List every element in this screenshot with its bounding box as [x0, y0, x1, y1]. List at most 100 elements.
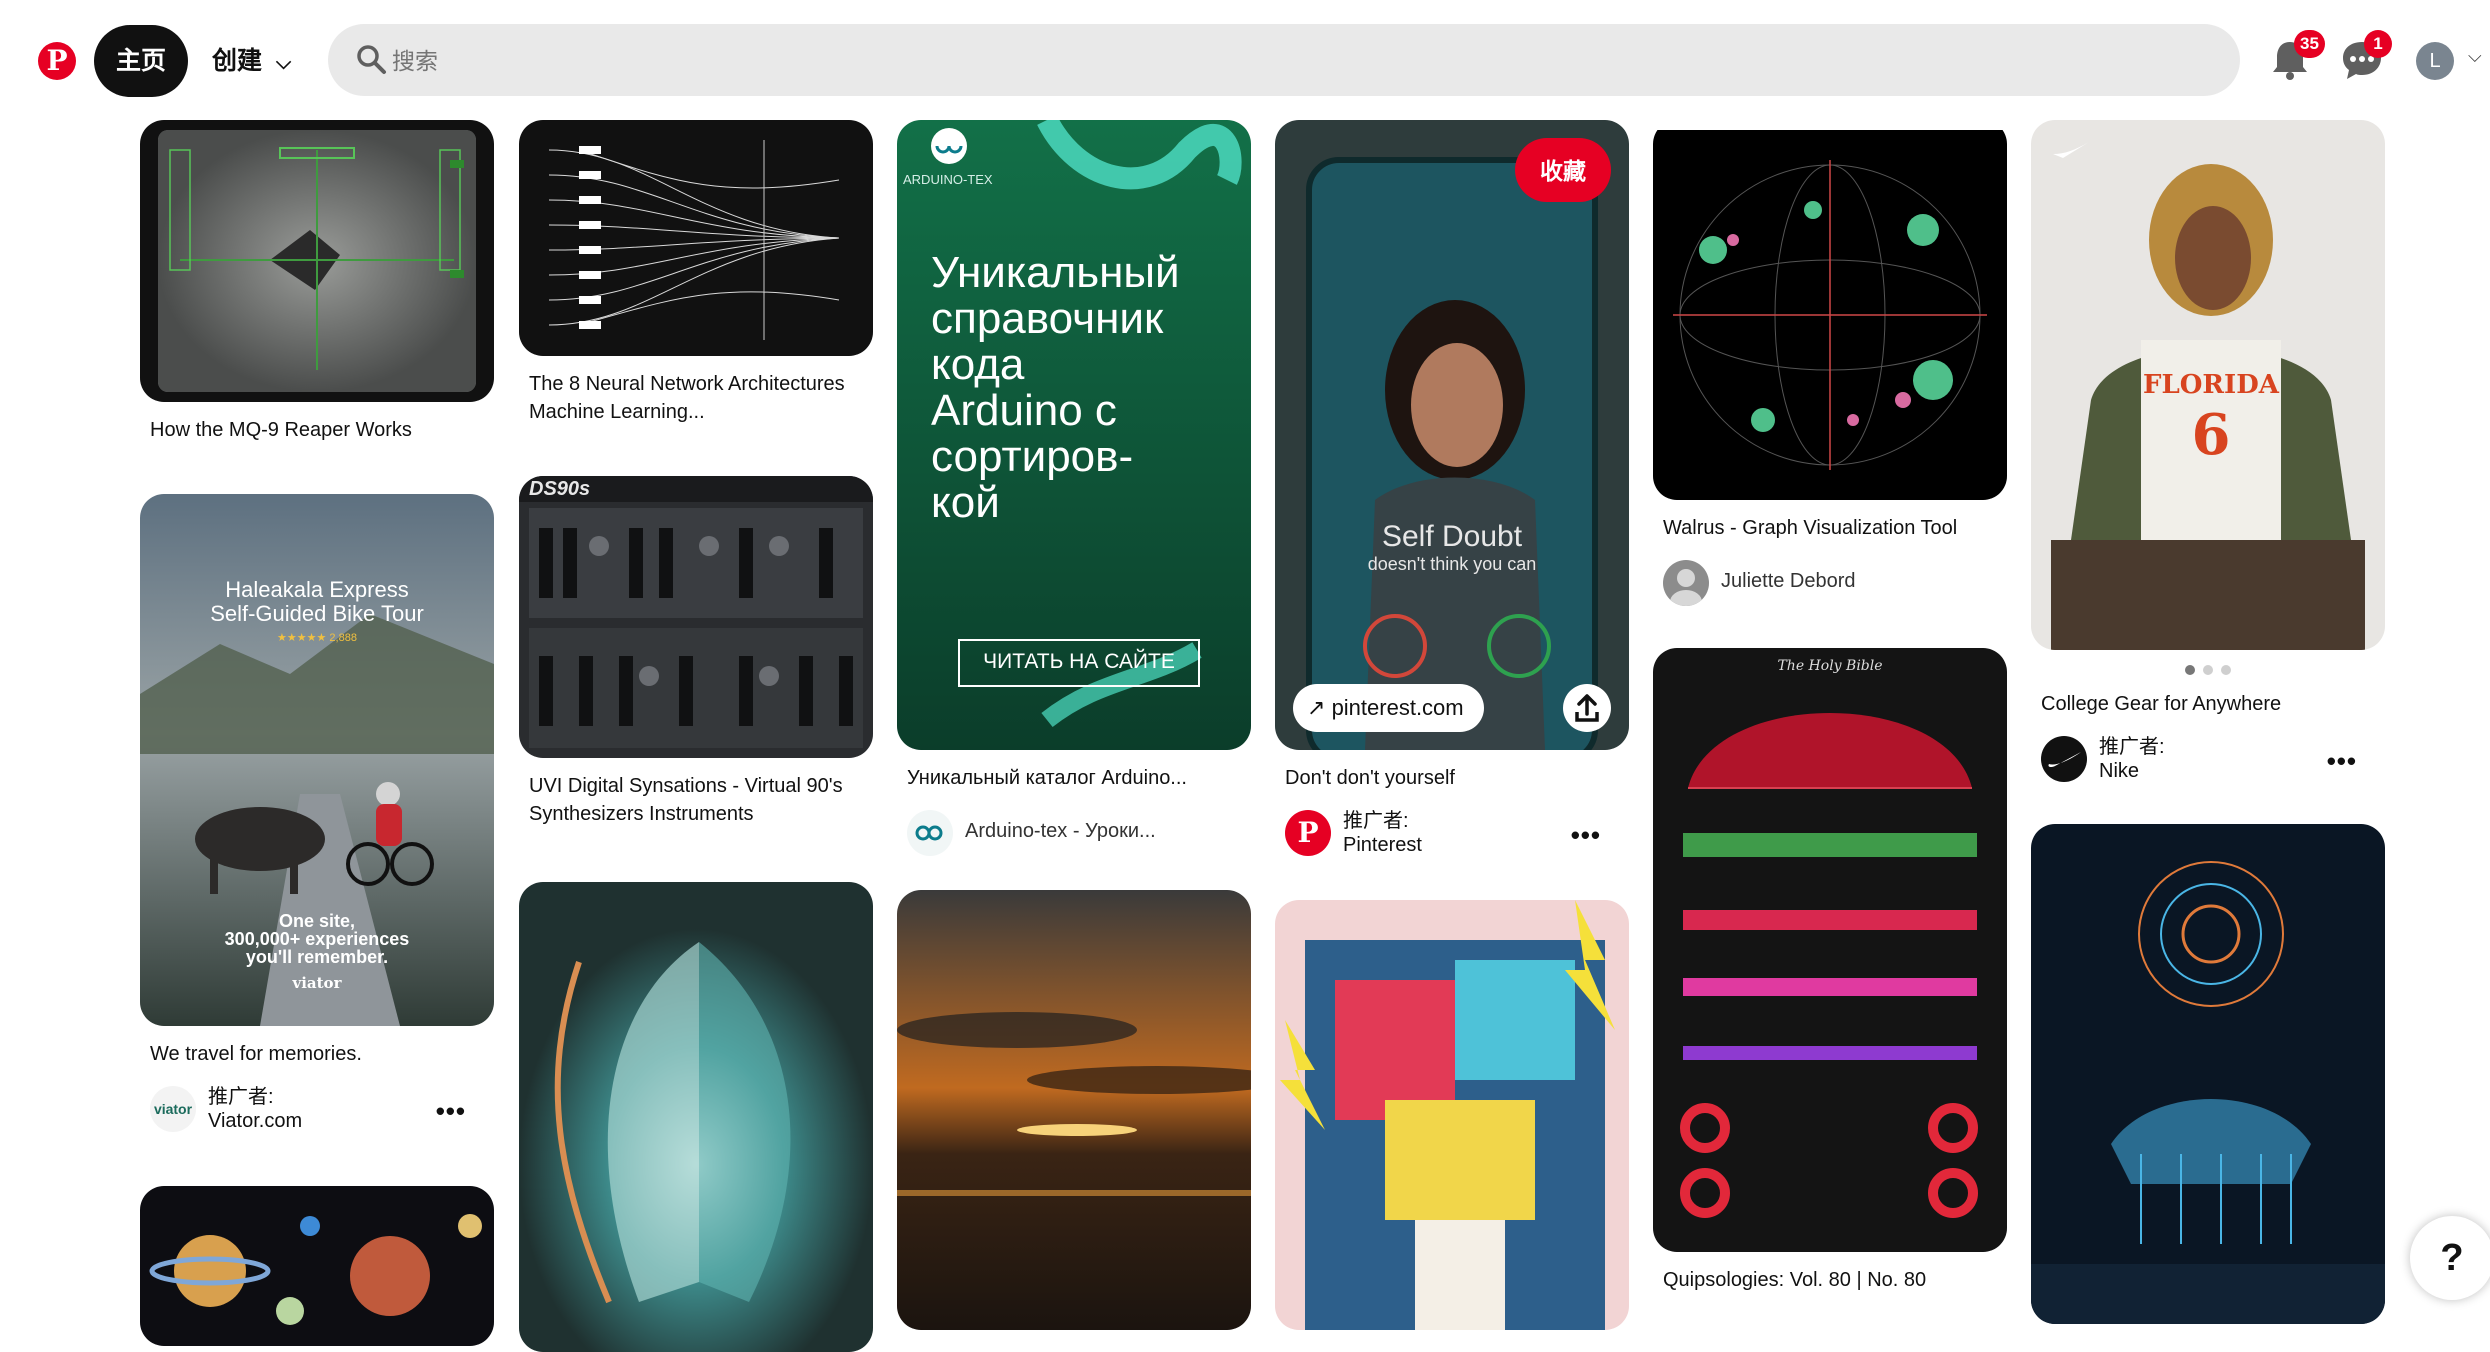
chevron-down-icon[interactable]: ⌵ [2468, 46, 2482, 67]
carousel-dot[interactable] [2221, 665, 2231, 675]
pin-image[interactable]: ARDUINO-TEX Уникальный справочник кода A… [897, 120, 1251, 750]
advertiser-avatar[interactable]: viator [150, 1086, 196, 1132]
pin-image[interactable] [897, 890, 1251, 1330]
ellipsis-icon[interactable]: ••• [1571, 820, 1601, 851]
carousel-dot[interactable] [2203, 665, 2213, 675]
pin-futuristic-hud[interactable] [2031, 824, 2385, 1324]
pin-image[interactable] [140, 1186, 494, 1346]
pin-viator-ad[interactable]: Haleakala Express Self-Guided Bike Tour … [140, 494, 494, 1140]
author-name[interactable]: Juliette Debord [1721, 570, 1856, 593]
pin-author[interactable]: Juliette Debord [1663, 554, 1997, 614]
author-name[interactable]: Arduino-tex - Уроки... [965, 820, 1156, 843]
image-cta-text: ЧИТАТЬ НА САЙТЕ [983, 650, 1175, 673]
messages-badge: 1 [2364, 30, 2392, 58]
pinterest-logo[interactable]: P [38, 42, 76, 80]
pin-feather-art[interactable] [519, 882, 873, 1352]
image-subheadline: doesn't think you can [1367, 554, 1537, 574]
promoted-label: 推广者: [208, 1086, 274, 1108]
ad-overlay-line: One site, [278, 911, 356, 931]
nav-create-button[interactable]: 创建 ⌵ [212, 25, 291, 97]
ellipsis-icon[interactable]: ••• [436, 1096, 466, 1127]
promoted-label: 推广者: [1343, 810, 1409, 832]
author-avatar[interactable] [1663, 560, 1709, 606]
pin-uvi-synth[interactable]: DS90s UVI Digital Synsations - Virtual 9… [519, 476, 873, 828]
top-navigation-bar: P 主页 创建 ⌵ 35 1 L ⌵ [0, 0, 2490, 120]
pin-promoter[interactable]: P 推广者: Pinterest ••• [1285, 804, 1619, 864]
pin-image[interactable] [2031, 824, 2385, 1324]
pin-sunset[interactable] [897, 890, 1251, 1330]
arrow-up-right-icon: ↗ [1307, 695, 1326, 720]
pin-author[interactable]: Arduino-tex - Уроки... [907, 804, 1241, 864]
pinterest-logo-glyph: P [46, 44, 68, 77]
ad-overlay-title: Haleakala Express [225, 577, 409, 602]
image-text-line: кода [931, 340, 1025, 389]
image-text-line: справочник [931, 294, 1164, 343]
pin-robot-illustration[interactable] [1275, 900, 1629, 1330]
advertiser-avatar[interactable] [2041, 736, 2087, 782]
author-avatar[interactable] [907, 810, 953, 856]
advertiser-name[interactable]: Nike [2099, 760, 2139, 783]
share-button[interactable] [1563, 684, 1611, 732]
image-text-line: кой [931, 478, 1000, 527]
ad-overlay-line: you'll remember. [245, 947, 389, 967]
promoted-label: 推广者: [2099, 736, 2165, 758]
pin-title: Walrus - Graph Visualization Tool [1663, 517, 1958, 539]
pin-mq9-reaper[interactable]: How the MQ-9 Reaper Works [140, 120, 494, 444]
ad-overlay-rating: ★★★★★ 2,888 [277, 632, 357, 644]
pin-image[interactable]: FLORIDA 6 [2031, 120, 2385, 650]
advertiser-name[interactable]: Pinterest [1343, 834, 1422, 857]
save-button[interactable]: 收藏 [1515, 138, 1611, 202]
pin-title: We travel for memories. [150, 1043, 362, 1065]
search-icon [357, 45, 386, 74]
pin-image[interactable]: Haleakala Express Self-Guided Bike Tour … [140, 494, 494, 1026]
search-bar[interactable] [328, 24, 2240, 98]
advertiser-name[interactable]: Viator.com [208, 1110, 302, 1133]
pin-title: How the MQ-9 Reaper Works [150, 419, 412, 441]
share-icon [1575, 694, 1599, 722]
image-title: The Holy Bible [1777, 658, 1883, 674]
pin-space-planets[interactable] [140, 1186, 494, 1346]
image-text-line: сортиров- [931, 432, 1134, 481]
ad-overlay-line: 300,000+ experiences [224, 929, 410, 949]
advertiser-avatar[interactable]: P [1285, 810, 1331, 856]
ad-overlay-brand: viator [292, 974, 342, 992]
pin-promoter[interactable]: 推广者: Nike ••• [2041, 730, 2375, 790]
image-text-line: Уникальный [931, 248, 1180, 297]
pin-nike-college-gear[interactable]: FLORIDA 6 College Gear for Anywhere 推广者:… [2031, 120, 2385, 790]
pin-title: The 8 Neural Network Architectures Machi… [529, 373, 845, 423]
pin-title: College Gear for Anywhere [2041, 693, 2282, 715]
chevron-down-icon: ⌵ [276, 52, 292, 74]
nav-create-label: 创建 [212, 47, 263, 75]
pin-image[interactable] [140, 120, 494, 402]
pin-title: Quipsologies: Vol. 80 | No. 80 [1663, 1269, 1927, 1291]
shirt-text: FLORIDA [2143, 370, 2279, 400]
help-button[interactable]: ? [2410, 1216, 2490, 1300]
pin-promoter[interactable]: viator 推广者: Viator.com ••• [150, 1080, 484, 1140]
pin-image[interactable] [1653, 120, 2007, 500]
pin-image[interactable]: DS90s [519, 476, 873, 758]
pin-arduino-catalog[interactable]: ARDUINO-TEX Уникальный справочник кода A… [897, 120, 1251, 864]
nav-home-button[interactable]: 主页 [94, 25, 188, 97]
shirt-number: 6 [2191, 402, 2231, 468]
pin-image[interactable] [519, 120, 873, 356]
image-text-line: Arduino с [931, 386, 1117, 435]
brand-label: ARDUINO-TEX [903, 172, 993, 187]
carousel-indicator[interactable] [2031, 662, 2385, 676]
destination-link[interactable]: ↗ pinterest.com [1293, 684, 1484, 732]
pin-walrus-graph[interactable]: Walrus - Graph Visualization Tool Juliet… [1653, 120, 2007, 614]
pin-image[interactable]: Self Doubt doesn't think you can 收藏 ↗ pi… [1275, 120, 1629, 750]
synth-panel-label: DS90s [529, 478, 591, 500]
pin-neural-networks[interactable]: The 8 Neural Network Architectures Machi… [519, 120, 873, 426]
pin-image[interactable] [1275, 900, 1629, 1330]
pin-title: UVI Digital Synsations - Virtual 90's Sy… [529, 775, 843, 825]
image-headline: Self Doubt [1381, 520, 1523, 553]
pin-title: Уникальный каталог Arduino... [907, 767, 1187, 789]
pin-self-doubt-ad[interactable]: Self Doubt doesn't think you can 收藏 ↗ pi… [1275, 120, 1629, 864]
pin-quipsologies[interactable]: The Holy Bible Quipsologies: Vol. 80 | N… [1653, 648, 2007, 1294]
carousel-dot[interactable] [2185, 665, 2195, 675]
search-input[interactable] [390, 24, 2194, 98]
ellipsis-icon[interactable]: ••• [2327, 746, 2357, 777]
pin-image[interactable]: The Holy Bible [1653, 648, 2007, 1252]
pin-image[interactable] [519, 882, 873, 1352]
account-avatar[interactable]: L [2416, 42, 2454, 80]
